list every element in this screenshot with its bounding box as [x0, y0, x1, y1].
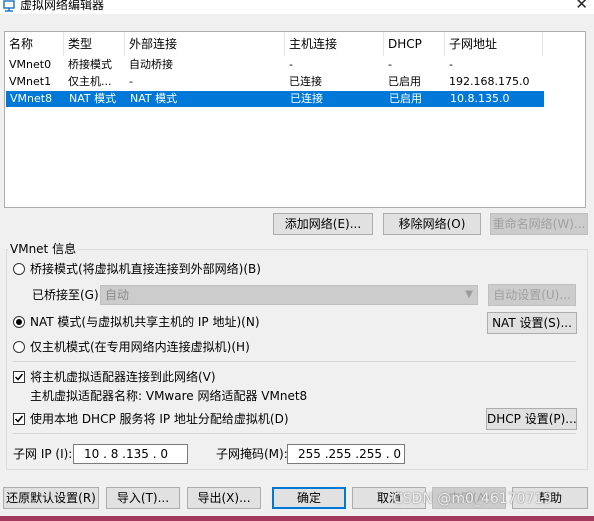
subnet-mask-label: 子网掩码(M):	[216, 447, 288, 461]
title-bar: 虚拟网络编辑器 ✕	[0, 0, 594, 14]
dhcp-checkbox[interactable]	[13, 413, 25, 425]
cell-host: -	[289, 58, 293, 71]
adapter-name-text: 主机虚拟适配器名称: VMware 网络适配器 VMnet8	[30, 389, 308, 403]
cell-name: VMnet1	[9, 75, 52, 88]
cell-type: 桥接模式	[68, 58, 112, 71]
cell-dhcp: 已启用	[389, 92, 422, 105]
cell-type: NAT 模式	[69, 92, 117, 105]
connect-adapter-checkbox[interactable]	[13, 371, 25, 383]
table-row[interactable]: VMnet0 桥接模式 自动桥接 - - -	[5, 57, 585, 73]
table-row[interactable]: VMnet1 仅主机... - 已连接 已启用 192.168.175.0	[5, 74, 585, 90]
add-network-button[interactable]: 添加网络(E)...	[273, 213, 373, 235]
network-table: 名称 类型 外部连接 主机连接 DHCP 子网地址 VMnet0 桥接模式 自动…	[4, 31, 586, 208]
dhcp-label[interactable]: 使用本地 DHCP 服务将 IP 地址分配给虚拟机(D)	[30, 412, 289, 426]
column-header-dhcp[interactable]: DHCP	[384, 32, 445, 56]
column-header-external[interactable]: 外部连接	[125, 32, 285, 56]
nat-mode-radio[interactable]	[13, 316, 25, 328]
cell-subnet: 192.168.175.0	[449, 75, 530, 88]
rename-network-button[interactable]: 重命名网络(W)...	[490, 213, 588, 235]
table-row-selected[interactable]: VMnet8 NAT 模式 NAT 模式 已连接 已启用 10.8.135.0	[6, 91, 544, 107]
bottom-edge	[0, 516, 594, 521]
cell-external: NAT 模式	[130, 92, 178, 105]
column-header-type[interactable]: 类型	[64, 32, 125, 56]
watermark-text: CSDN @m0_46170719	[393, 491, 553, 507]
subnet-ip-input[interactable]: 10 . 8 .135 . 0	[73, 444, 188, 464]
cell-external: 自动桥接	[129, 58, 173, 71]
divider	[13, 433, 576, 434]
export-button[interactable]: 导出(X)...	[187, 487, 261, 509]
close-button[interactable]: ✕	[575, 0, 588, 13]
cell-host: 已连接	[290, 92, 323, 105]
remove-network-button[interactable]: 移除网络(O)	[383, 213, 481, 235]
vmnet-info-group	[6, 249, 588, 470]
checkmark-icon	[14, 415, 24, 423]
host-only-mode-radio[interactable]	[13, 341, 25, 353]
import-button[interactable]: 导入(T)...	[106, 487, 180, 509]
column-header-name[interactable]: 名称	[5, 32, 64, 56]
cell-name: VMnet0	[9, 58, 52, 71]
cell-type: 仅主机...	[68, 75, 112, 88]
connect-adapter-label[interactable]: 将主机虚拟适配器连接到此网络(V)	[30, 370, 216, 384]
window-title: 虚拟网络编辑器	[20, 0, 105, 12]
column-header-host[interactable]: 主机连接	[285, 32, 384, 56]
nat-settings-button[interactable]: NAT 设置(S)...	[487, 312, 577, 334]
nat-mode-label[interactable]: NAT 模式(与虚拟机共享主机的 IP 地址)(N)	[30, 315, 260, 329]
bridged-to-value: 自动	[105, 288, 130, 302]
bridged-to-select[interactable]: 自动 ▼	[100, 285, 478, 305]
bridged-mode-radio[interactable]	[13, 263, 25, 275]
network-editor-icon	[3, 0, 15, 12]
table-header: 名称 类型 外部连接 主机连接 DHCP 子网地址	[5, 32, 585, 56]
checkmark-icon	[14, 373, 24, 381]
divider	[13, 361, 576, 362]
subnet-mask-input[interactable]: 255 .255 .255 . 0	[287, 444, 405, 464]
ok-button[interactable]: 确定	[272, 487, 346, 509]
cell-external: -	[129, 75, 133, 88]
dhcp-settings-button[interactable]: DHCP 设置(P)...	[486, 408, 577, 430]
cell-dhcp: -	[388, 58, 392, 71]
auto-settings-button[interactable]: 自动设置(U)...	[488, 284, 576, 306]
column-header-subnet[interactable]: 子网地址	[445, 32, 543, 56]
cell-host: 已连接	[289, 75, 322, 88]
cell-subnet: -	[449, 58, 453, 71]
chevron-down-icon: ▼	[465, 289, 473, 300]
vmnet-info-title: VMnet 信息	[8, 242, 79, 256]
cell-dhcp: 已启用	[388, 75, 421, 88]
bridged-to-label: 已桥接至(G):	[32, 288, 103, 302]
cell-name: VMnet8	[10, 92, 53, 105]
bridged-mode-label[interactable]: 桥接模式(将虚拟机直接连接到外部网络)(B)	[30, 262, 261, 276]
host-only-mode-label[interactable]: 仅主机模式(在专用网络内连接虚拟机)(H)	[30, 340, 250, 354]
cell-subnet: 10.8.135.0	[450, 92, 510, 105]
restore-defaults-button[interactable]: 还原默认设置(R)	[3, 487, 99, 509]
subnet-ip-label: 子网 IP (I):	[13, 447, 73, 461]
